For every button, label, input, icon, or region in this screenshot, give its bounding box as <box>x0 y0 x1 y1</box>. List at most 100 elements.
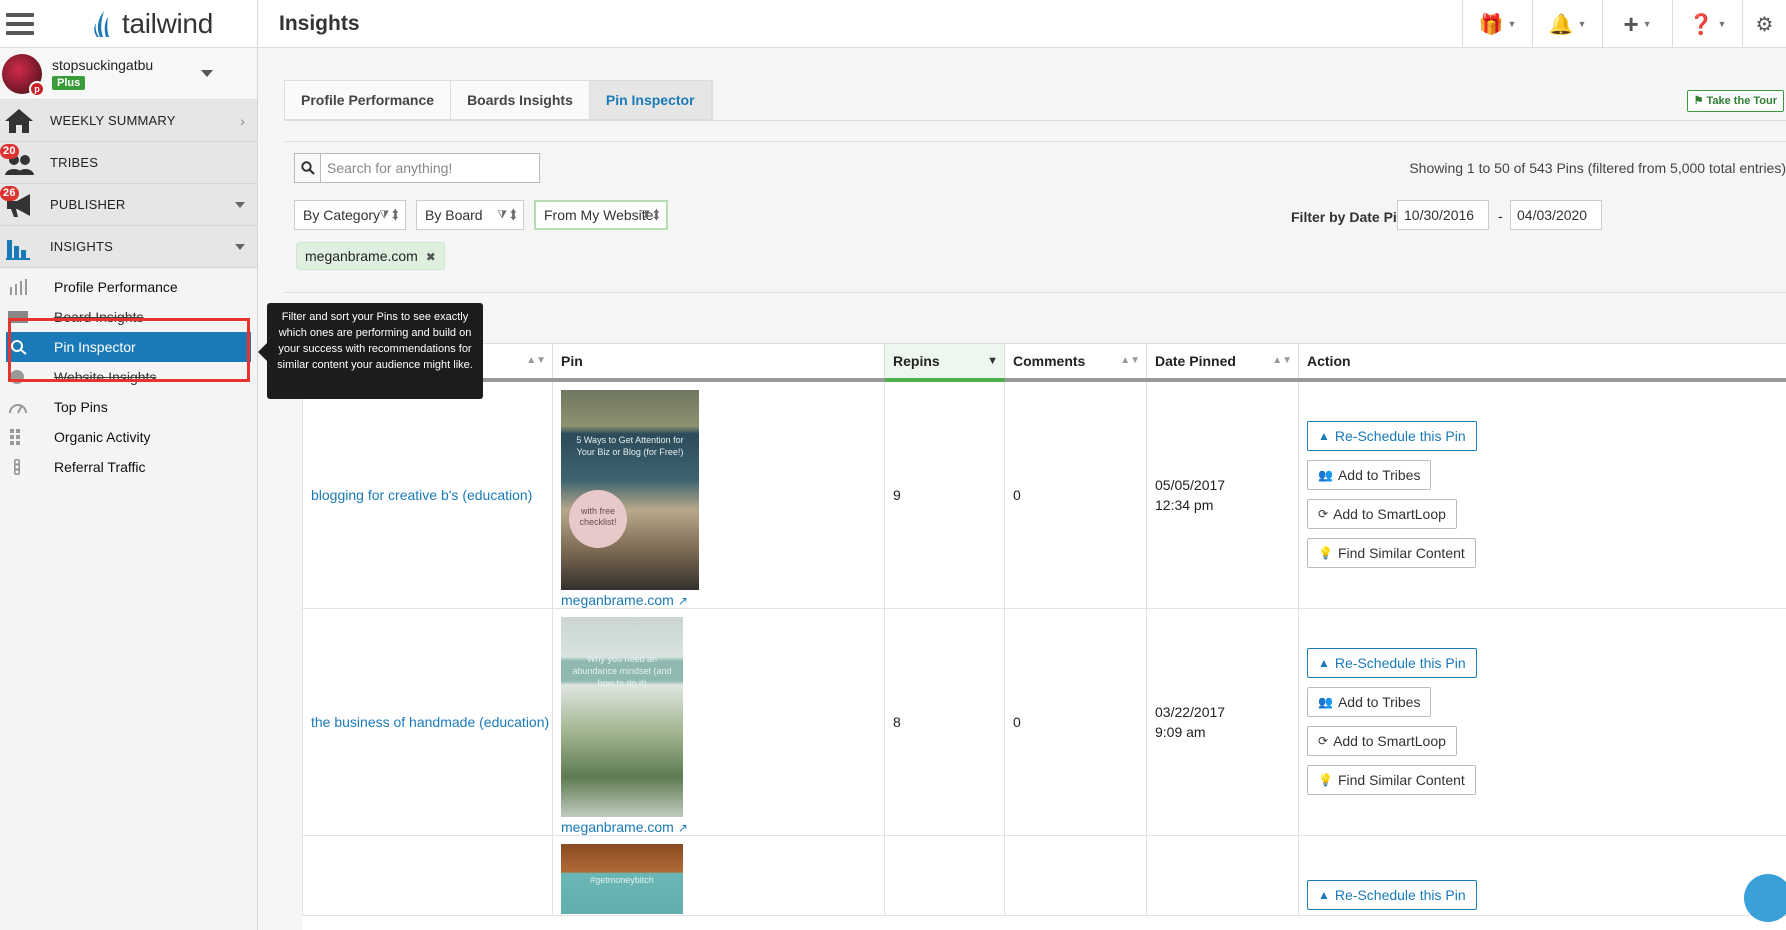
column-header-date-pinned[interactable]: Date Pinned ▲▼ <box>1146 343 1299 382</box>
board-link[interactable]: the business of handmade (education) <box>311 714 549 730</box>
account-switcher[interactable]: p stopsuckingatbu Plus <box>0 48 257 100</box>
date-from-input[interactable] <box>1397 200 1489 230</box>
subnav-top-pins[interactable]: Top Pins <box>0 392 257 422</box>
account-caret-icon[interactable] <box>201 70 213 77</box>
tab-profile-performance[interactable]: Profile Performance <box>285 81 452 119</box>
action-buttons: ▲ Re-Schedule this Pin 👥 Add to Tribes ⟳ Ad… <box>1307 417 1786 573</box>
reschedule-label: Re-Schedule this Pin <box>1334 654 1466 671</box>
search-icon[interactable] <box>295 154 321 182</box>
pin-image[interactable]: 5 Ways to Get Attention for Your Biz or … <box>561 389 699 590</box>
hamburger-menu-icon[interactable] <box>6 12 34 35</box>
find-similar-content-button[interactable]: 💡 Find Similar Content <box>1307 764 1476 795</box>
sort-icon: ▲▼ <box>1272 355 1292 366</box>
refresh-icon: ⟳ <box>1318 506 1329 521</box>
column-header-repins[interactable]: Repins ▼ <box>884 343 1005 382</box>
sort-desc-icon: ▼ <box>987 355 998 367</box>
showing-count: Showing 1 to 50 of 543 Pins (filtered fr… <box>1409 160 1786 176</box>
nav-tribes[interactable]: 20 TRIBES <box>0 142 257 184</box>
add-to-tribes-button[interactable]: 👥 Add to Tribes <box>1307 686 1432 717</box>
external-link-icon: ↗ <box>677 820 688 835</box>
tailwind-icon: ▲ <box>1318 428 1330 443</box>
table-row: the business of handmade (education) Why… <box>302 607 1786 836</box>
date-pinned-time: 9:09 am <box>1155 723 1206 740</box>
caret-down-icon: ▼ <box>1577 19 1587 29</box>
category-filter-label: By Category <box>303 207 381 223</box>
column-header-label: Comments <box>1013 352 1086 369</box>
category-filter-dropdown[interactable]: By Category ⧩ ⬍ <box>294 200 406 230</box>
pinterest-badge-icon: p <box>29 80 45 97</box>
nav-publisher-label: PUBLISHER <box>50 197 126 212</box>
subnav-profile-performance[interactable]: Profile Performance <box>0 272 257 302</box>
pin-inspector-tooltip: Filter and sort your Pins to see exactly… <box>258 303 483 399</box>
help-icon: ❓ <box>1688 13 1714 36</box>
help-menu[interactable]: ❓ ▼ <box>1672 0 1742 48</box>
subnav-referral-traffic[interactable]: Referral Traffic <box>0 452 257 482</box>
tab-pin-inspector[interactable]: Pin Inspector <box>589 81 712 119</box>
search-input[interactable] <box>321 154 531 182</box>
column-header-pin[interactable]: Pin <box>552 343 885 382</box>
subnav-label: Referral Traffic <box>54 459 146 475</box>
pin-source-link[interactable]: meganbrame.com ↗ <box>561 819 884 835</box>
add-to-smartloop-button[interactable]: ⟳ Add to SmartLoop <box>1307 725 1457 756</box>
date-pinned-cell: 05/05/2017 12:34 pm <box>1146 379 1299 609</box>
remove-filter-icon[interactable]: ✖ <box>426 250 436 264</box>
source-filter-dropdown[interactable]: From My Website ⧩ ⬍ <box>534 200 668 230</box>
help-chat-bubble[interactable] <box>1744 874 1786 922</box>
pin-source-label: meganbrame.com <box>561 818 674 835</box>
create-menu[interactable]: + ▼ <box>1602 0 1672 48</box>
nav-weekly-summary[interactable]: WEEKLY SUMMARY › <box>0 100 257 142</box>
sidebar: tailwind p stopsuckingatbu Plus WEEKLY S… <box>0 0 258 930</box>
board-filter-label: By Board <box>425 207 483 223</box>
date-to-input[interactable] <box>1510 200 1602 230</box>
table-row: #getmoneybitch ▲ Re-Schedule this Pin <box>302 834 1786 916</box>
add-to-smartloop-button[interactable]: ⟳ Add to SmartLoop <box>1307 498 1457 529</box>
tribes-icon: 👥 <box>1318 467 1333 482</box>
plan-badge: Plus <box>52 76 86 90</box>
tabs-divider <box>284 120 1786 121</box>
subnav-label: Profile Performance <box>54 279 178 295</box>
reschedule-pin-button[interactable]: ▲ Re-Schedule this Pin <box>1307 879 1477 910</box>
pin-image[interactable]: #getmoneybitch <box>561 843 683 914</box>
header-toolbar: 🎁 ▼ 🔔 ▼ + ▼ ❓ ▼ ⚙ <box>1462 0 1786 48</box>
take-tour-button[interactable]: ⚑ Take the Tour <box>1686 90 1784 112</box>
pin-source-link[interactable]: meganbrame.com ↗ <box>561 592 884 608</box>
notifications-menu[interactable]: 🔔 ▼ <box>1532 0 1602 48</box>
pin-image-text: #getmoneybitch <box>590 874 654 885</box>
reschedule-pin-button[interactable]: ▲ Re-Schedule this Pin <box>1307 647 1477 678</box>
similar-label: Find Similar Content <box>1337 771 1465 788</box>
insights-tabs: Profile Performance Boards Insights Pin … <box>284 80 713 120</box>
similar-label: Find Similar Content <box>1337 544 1465 561</box>
subnav-organic-activity[interactable]: Organic Activity <box>0 422 257 452</box>
pin-image-text: 5 Ways to Get Attention for Your Biz or … <box>576 434 684 457</box>
add-to-tribes-button[interactable]: 👥 Add to Tribes <box>1307 459 1432 490</box>
comments-cell: 0 <box>1004 379 1147 609</box>
pin-image[interactable]: Why you need an abundance mindset (and h… <box>561 616 683 817</box>
find-similar-content-button[interactable]: 💡 Find Similar Content <box>1307 537 1476 568</box>
bell-icon: 🔔 <box>1548 13 1574 36</box>
reschedule-pin-button[interactable]: ▲ Re-Schedule this Pin <box>1307 420 1477 451</box>
take-tour-label: Take the Tour <box>1706 95 1778 107</box>
logo[interactable]: tailwind <box>90 8 213 40</box>
plus-icon: + <box>1623 8 1639 39</box>
column-header-comments[interactable]: Comments ▲▼ <box>1004 343 1147 382</box>
board-filter-dropdown[interactable]: By Board ⧩ ⬍ <box>416 200 524 230</box>
subnav-label: Top Pins <box>54 399 108 415</box>
page-title: Insights <box>279 11 360 35</box>
table-row: blogging for creative b's (education) 5 … <box>302 379 1786 609</box>
nav-insights[interactable]: INSIGHTS <box>0 226 257 268</box>
tribes-label: Add to Tribes <box>1337 466 1421 483</box>
board-link[interactable]: blogging for creative b's (education) <box>311 487 532 503</box>
settings-menu[interactable]: ⚙ <box>1742 0 1786 48</box>
repins-cell: 8 <box>884 607 1005 836</box>
avatar: p <box>2 53 45 97</box>
date-range-dash: - <box>1498 208 1503 224</box>
tab-boards-insights[interactable]: Boards Insights <box>451 81 590 119</box>
tailwind-logo-icon <box>94 10 109 37</box>
tailwind-icon: ▲ <box>1318 887 1330 902</box>
pin-source-label: meganbrame.com <box>561 591 674 608</box>
pin-image-text: Why you need an abundance mindset (and h… <box>572 653 672 688</box>
column-header-label: Date Pinned <box>1155 352 1236 369</box>
chevron-right-icon: › <box>240 112 245 129</box>
nav-publisher[interactable]: 26 PUBLISHER <box>0 184 257 226</box>
gift-menu[interactable]: 🎁 ▼ <box>1462 0 1532 48</box>
